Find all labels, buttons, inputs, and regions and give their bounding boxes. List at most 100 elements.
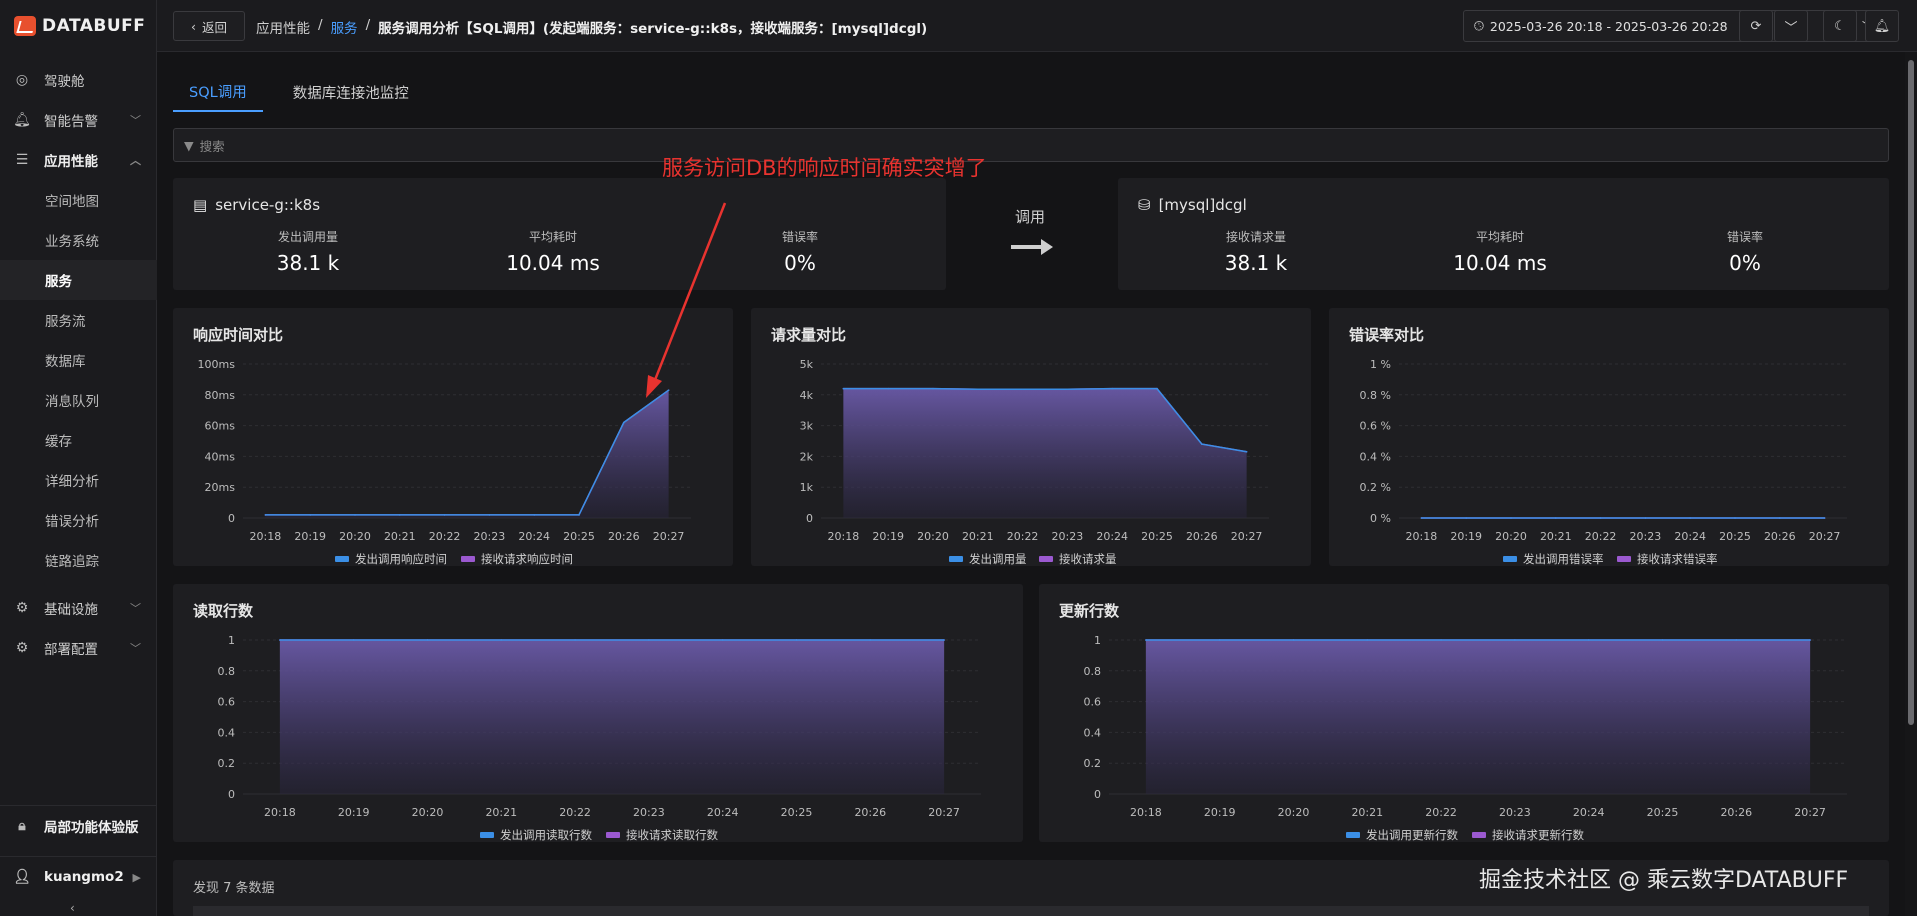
- app-logo[interactable]: DATABUFF: [14, 14, 145, 38]
- x-tick-label: 20:22: [429, 530, 461, 543]
- x-tick-label: 20:19: [1450, 530, 1482, 543]
- y-tick-label: 0.6: [1084, 696, 1102, 709]
- y-tick-label: 0.8: [1084, 665, 1102, 678]
- refresh-button[interactable]: ⟳: [1739, 10, 1773, 42]
- legend-label[interactable]: 接收请求更新行数: [1492, 828, 1584, 842]
- search-input[interactable]: ▼ 搜索: [173, 128, 1889, 162]
- x-tick-label: 20:21: [485, 806, 517, 819]
- sidebar-subitem-tracing[interactable]: 链路追踪: [0, 540, 157, 580]
- data-point: [309, 514, 311, 516]
- sidebar-subitem-service[interactable]: 服务: [0, 260, 157, 300]
- breadcrumb-sep: /: [365, 17, 371, 33]
- sidebar-item-deploy[interactable]: ⚙ 部署配置 ﹀: [0, 628, 157, 668]
- data-point: [1021, 388, 1024, 391]
- scrollbar-thumb[interactable]: [1908, 60, 1914, 725]
- metric-label: 错误率: [781, 230, 818, 244]
- caller-metric: 平均耗时 10.04 ms: [473, 228, 633, 275]
- tab-bar: SQL调用 数据库连接池监控: [173, 72, 439, 112]
- time-range-picker[interactable]: 🕓︎ 2025-03-26 20:18 - 2025-03-26 20:28 ﹀: [1463, 10, 1884, 42]
- data-point: [352, 639, 355, 641]
- x-tick-label: 20:23: [1630, 530, 1662, 543]
- data-point: [1465, 517, 1467, 519]
- notification-button[interactable]: 🔔︎: [1865, 10, 1899, 42]
- series-area: [279, 640, 945, 794]
- legend-swatch: [480, 832, 494, 838]
- tab-db-pool[interactable]: 数据库连接池监控: [277, 72, 425, 112]
- x-tick-label: 20:19: [294, 530, 326, 543]
- y-tick-label: 0.8 %: [1360, 389, 1391, 402]
- x-tick-label: 20:24: [1573, 806, 1605, 819]
- requests-chart: 0 1k 2k 3k 4k 5k 20:18 20:19 20:20 20:21 20:22 20:2…: [800, 358, 1269, 566]
- sidebar-item-alerts[interactable]: 🔔︎ 智能告警 ﹀: [0, 100, 157, 140]
- refresh-options-button[interactable]: ﹀: [1774, 10, 1808, 42]
- sidebar-subitem-service-flow[interactable]: 服务流: [0, 300, 157, 340]
- user-menu[interactable]: 👤︎ kuangmo2 ▶: [0, 857, 157, 897]
- dashboard-icon: ◎: [15, 72, 29, 88]
- logo-text: DATABUFF: [42, 16, 146, 36]
- sidebar-subitem-mq[interactable]: 消息队列: [0, 380, 157, 420]
- chart-card-requests: 请求量对比 0 1k 2k 3k 4k 5k 20:18 20:19 20:20 20:21 20:…: [751, 308, 1311, 566]
- legend-label[interactable]: 发出调用更新行数: [1366, 828, 1458, 842]
- legend-label[interactable]: 接收请求读取行数: [626, 828, 718, 842]
- chart-title: 读取行数: [193, 602, 254, 620]
- sidebar-subitem-space-map[interactable]: 空间地图: [0, 180, 157, 220]
- x-tick-label: 20:22: [1425, 806, 1457, 819]
- back-button[interactable]: ‹ 返回: [173, 11, 245, 41]
- y-tick-label: 2k: [800, 450, 814, 463]
- metric-label: 平均耗时: [528, 230, 577, 244]
- data-point: [399, 514, 401, 516]
- sidebar-item-cockpit[interactable]: ◎ 驾驶舱: [0, 60, 157, 100]
- callee-card: ⛁ [mysql]dcgl 接收请求量 38.1 k 平均耗时 10.04 ms…: [1118, 178, 1889, 290]
- data-point: [426, 639, 429, 641]
- vertical-scrollbar[interactable]: [1905, 52, 1917, 916]
- call-label: 调用: [1015, 208, 1046, 226]
- theme-toggle-button[interactable]: ☾: [1823, 10, 1857, 42]
- x-tick-label: 20:25: [1647, 806, 1679, 819]
- breadcrumb-apm[interactable]: 应用性能: [256, 17, 310, 37]
- x-tick-label: 20:20: [412, 806, 444, 819]
- y-tick-label: 0.4 %: [1360, 450, 1391, 463]
- clock-icon: 🕓︎: [1474, 18, 1484, 33]
- sidebar-subitem-error-analysis[interactable]: 错误分析: [0, 500, 157, 540]
- data-point: [648, 639, 650, 641]
- x-tick-label: 20:21: [1540, 530, 1572, 543]
- legend-label[interactable]: 接收请求量: [1059, 552, 1117, 566]
- data-point: [1440, 639, 1442, 641]
- sidebar-subitem-database[interactable]: 数据库: [0, 340, 157, 380]
- y-tick-label: 0.6 %: [1360, 420, 1391, 433]
- data-point: [1156, 387, 1158, 390]
- legend-label[interactable]: 发出调用响应时间: [355, 552, 447, 566]
- data-point: [279, 639, 281, 641]
- callee-metric: 错误率 0%: [1665, 228, 1825, 275]
- data-point: [500, 639, 503, 641]
- data-point: [1661, 639, 1664, 641]
- y-tick-label: 5k: [800, 358, 814, 371]
- legend-label[interactable]: 发出调用读取行数: [500, 828, 592, 842]
- sidebar-subitem-cache[interactable]: 缓存: [0, 420, 157, 460]
- data-point: [623, 421, 625, 424]
- x-tick-label: 20:26: [854, 806, 886, 819]
- legend-label[interactable]: 发出调用量: [969, 552, 1027, 566]
- callee-title: ⛁ [mysql]dcgl: [1138, 196, 1247, 214]
- x-tick-label: 20:23: [474, 530, 506, 543]
- breadcrumb-service[interactable]: 服务: [331, 17, 358, 37]
- sidebar-subitem-detail-analysis[interactable]: 详细分析: [0, 460, 157, 500]
- sidebar-item-apm[interactable]: ☰ 应用性能 ︿: [0, 140, 157, 180]
- x-tick-label: 20:24: [1096, 530, 1128, 543]
- collapse-icon[interactable]: ‹: [70, 901, 75, 915]
- legend-label[interactable]: 接收请求错误率: [1637, 552, 1718, 566]
- sidebar-item-label: 驾驶舱: [44, 74, 85, 90]
- user-section: 👤︎ kuangmo2 ▶ ‹: [0, 856, 157, 915]
- sidebar-subitem-business[interactable]: 业务系统: [0, 220, 157, 260]
- data-point: [1809, 639, 1811, 641]
- legend-label[interactable]: 接收请求响应时间: [481, 552, 573, 566]
- trial-badge[interactable]: 🔒︎ 局部功能体验版: [0, 806, 157, 846]
- tab-sql[interactable]: SQL调用: [173, 72, 263, 112]
- y-tick-label: 0.2: [1084, 757, 1102, 770]
- data-point: [721, 639, 724, 641]
- x-tick-label: 20:19: [338, 806, 370, 819]
- legend-label[interactable]: 发出调用错误率: [1523, 552, 1604, 566]
- legend-swatch: [335, 556, 349, 562]
- result-count: 发现 7 条数据: [193, 881, 275, 896]
- sidebar-item-infra[interactable]: ⚙︎ 基础设施 ﹀: [0, 588, 157, 628]
